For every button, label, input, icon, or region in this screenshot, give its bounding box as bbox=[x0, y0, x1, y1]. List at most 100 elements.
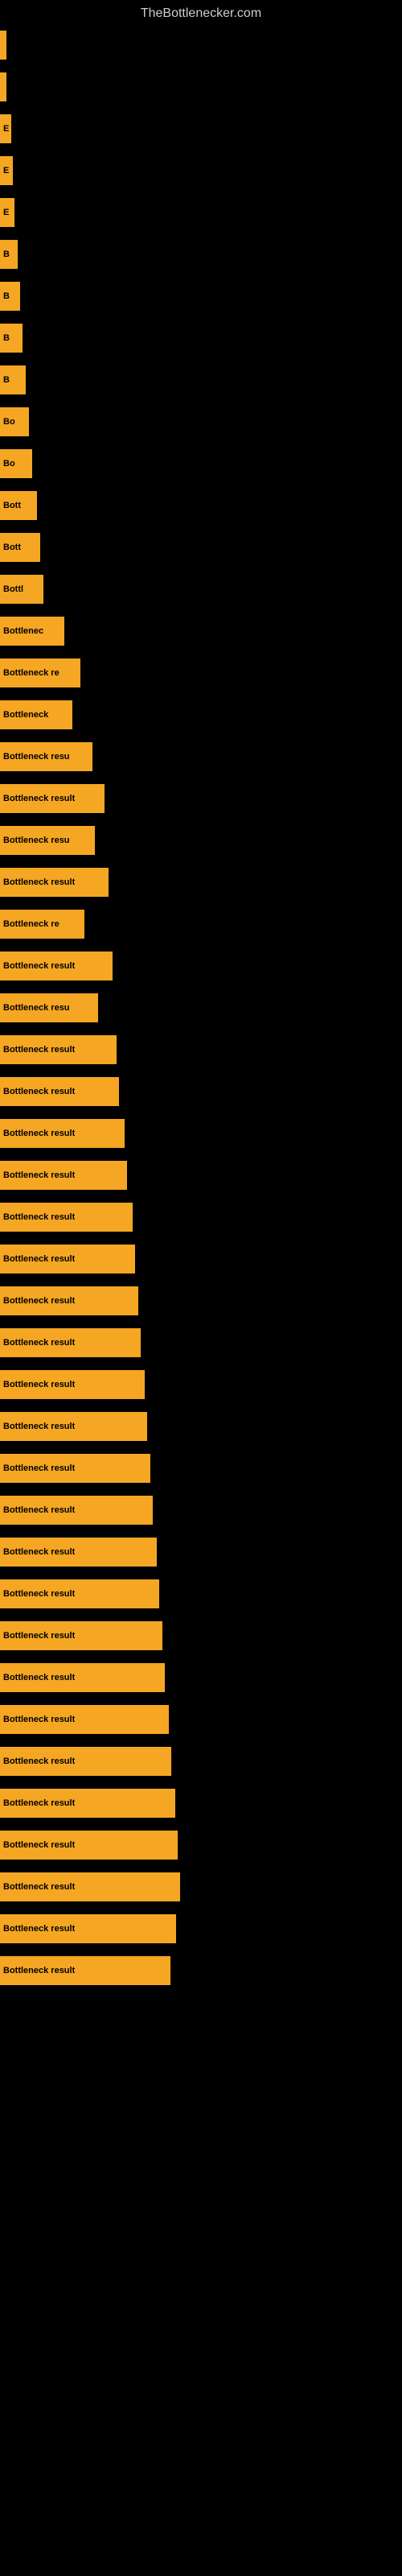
site-title: TheBottlenecker.com bbox=[0, 0, 402, 27]
bar-label: Bottleneck result bbox=[3, 1798, 75, 1808]
bar: Bottleneck result bbox=[0, 1119, 125, 1148]
bar-row: Bottleneck result bbox=[0, 1113, 402, 1154]
bar-row: B bbox=[0, 359, 402, 401]
bar-row: Bott bbox=[0, 526, 402, 568]
bar-label: E bbox=[3, 166, 9, 175]
bar: Bottleneck result bbox=[0, 1831, 178, 1860]
bar-label: Bo bbox=[3, 459, 15, 469]
bar-row: Bo bbox=[0, 401, 402, 443]
bar-label: E bbox=[3, 208, 9, 217]
bar-label: Bottleneck result bbox=[3, 1045, 75, 1055]
bar-row: Bottleneck result bbox=[0, 1280, 402, 1322]
bar: Bottleneck result bbox=[0, 868, 109, 897]
bar-label: Bottleneck result bbox=[3, 1129, 75, 1138]
bar-row bbox=[0, 66, 402, 108]
bar: B bbox=[0, 365, 26, 394]
bar-row: Bottleneck result bbox=[0, 1782, 402, 1824]
bar: Bottleneck resu bbox=[0, 993, 98, 1022]
bar-row: Bottleneck result bbox=[0, 1866, 402, 1908]
bar-row: B bbox=[0, 275, 402, 317]
bar-row: Bottleneck result bbox=[0, 1406, 402, 1447]
bar-label: Bottleneck result bbox=[3, 1631, 75, 1641]
bar-row: Bottleneck result bbox=[0, 1322, 402, 1364]
bar: Bottleneck result bbox=[0, 1077, 119, 1106]
bar: B bbox=[0, 282, 20, 311]
bar-label: Bottleneck result bbox=[3, 1463, 75, 1473]
bar-row: Bottleneck resu bbox=[0, 987, 402, 1029]
bar-label: Bottleneck result bbox=[3, 1422, 75, 1431]
bar-label: Bottleneck result bbox=[3, 1547, 75, 1557]
bar-row: Bottleneck result bbox=[0, 1615, 402, 1657]
bar-label: Bo bbox=[3, 417, 15, 427]
bar-label: Bottleneck resu bbox=[3, 1003, 70, 1013]
bar-label: Bottleneck result bbox=[3, 1715, 75, 1724]
bar: Bottleneck result bbox=[0, 1370, 145, 1399]
bar-row: Bottleneck result bbox=[0, 1908, 402, 1950]
bar: Bottleneck result bbox=[0, 1956, 170, 1985]
bar-row: Bottleneck result bbox=[0, 1950, 402, 1992]
bar-row: Bottleneck result bbox=[0, 861, 402, 903]
bar: E bbox=[0, 198, 14, 227]
bar: Bottleneck result bbox=[0, 1412, 147, 1441]
bar: Bottleneck result bbox=[0, 952, 113, 980]
bar-row: Bottleneck result bbox=[0, 1447, 402, 1489]
bar-row: Bottleneck re bbox=[0, 652, 402, 694]
bar-label: Bott bbox=[3, 501, 21, 510]
bar: B bbox=[0, 324, 23, 353]
bar-row: Bottleneck result bbox=[0, 1238, 402, 1280]
bar: Bott bbox=[0, 533, 40, 562]
bar-row: Bottleneck result bbox=[0, 778, 402, 819]
bar: Bottleneck result bbox=[0, 1621, 162, 1650]
bar: Bottleneck result bbox=[0, 1747, 171, 1776]
bar-label: Bottleneck result bbox=[3, 1338, 75, 1348]
bar-row: Bottleneck result bbox=[0, 1573, 402, 1615]
bar-row: Bottleneck result bbox=[0, 1740, 402, 1782]
bar-label: Bottleneck result bbox=[3, 1882, 75, 1892]
bar: Bo bbox=[0, 407, 29, 436]
bar-label: Bottleneck result bbox=[3, 794, 75, 803]
bar-label: E bbox=[3, 124, 9, 134]
bar-label: B bbox=[3, 250, 10, 259]
bar: Bottleneck result bbox=[0, 1789, 175, 1818]
bar-label: B bbox=[3, 291, 10, 301]
bar-row: E bbox=[0, 150, 402, 192]
bar: Bottleneck result bbox=[0, 1538, 157, 1567]
bar-label: Bottleneck result bbox=[3, 1589, 75, 1599]
bar-row: Bottleneck result bbox=[0, 945, 402, 987]
bar-label: Bottleneck resu bbox=[3, 836, 70, 845]
bar-label: Bottleneck result bbox=[3, 1924, 75, 1934]
bar: Bottleneck resu bbox=[0, 742, 92, 771]
bar-label: Bott bbox=[3, 543, 21, 552]
bar-row: Bottleneck re bbox=[0, 903, 402, 945]
bar: Bottlenec bbox=[0, 617, 64, 646]
bar-row: Bottleneck result bbox=[0, 1489, 402, 1531]
bar-row: E bbox=[0, 108, 402, 150]
bar-row: Bottleneck result bbox=[0, 1657, 402, 1699]
bar-row: Bottleneck result bbox=[0, 1029, 402, 1071]
bar: E bbox=[0, 114, 11, 143]
bar: Bottleneck result bbox=[0, 1496, 153, 1525]
bar-row: Bottleneck bbox=[0, 694, 402, 736]
bar: Bottleneck re bbox=[0, 658, 80, 687]
bar-label: Bottleneck result bbox=[3, 1212, 75, 1222]
bar-row: Bottleneck result bbox=[0, 1364, 402, 1406]
bar-label: Bottleneck result bbox=[3, 1087, 75, 1096]
bar: Bottleneck re bbox=[0, 910, 84, 939]
bar-label: Bottleneck re bbox=[3, 668, 59, 678]
bar-row: Bottleneck resu bbox=[0, 736, 402, 778]
bar: E bbox=[0, 156, 13, 185]
bar: Bottleneck bbox=[0, 700, 72, 729]
bar-label: Bottleneck result bbox=[3, 1505, 75, 1515]
bar-label: Bottleneck result bbox=[3, 1296, 75, 1306]
bar: Bo bbox=[0, 449, 32, 478]
bar: Bottleneck result bbox=[0, 1245, 135, 1274]
bar: B bbox=[0, 240, 18, 269]
bar-label: Bottleneck result bbox=[3, 1380, 75, 1389]
bar-label: Bottleneck resu bbox=[3, 752, 70, 762]
bar: Bottleneck result bbox=[0, 1454, 150, 1483]
bar-row: Bott bbox=[0, 485, 402, 526]
bar-label: Bottleneck result bbox=[3, 1170, 75, 1180]
bar: Bottleneck result bbox=[0, 1035, 117, 1064]
bar-row: Bo bbox=[0, 443, 402, 485]
bar: Bottleneck result bbox=[0, 1872, 180, 1901]
